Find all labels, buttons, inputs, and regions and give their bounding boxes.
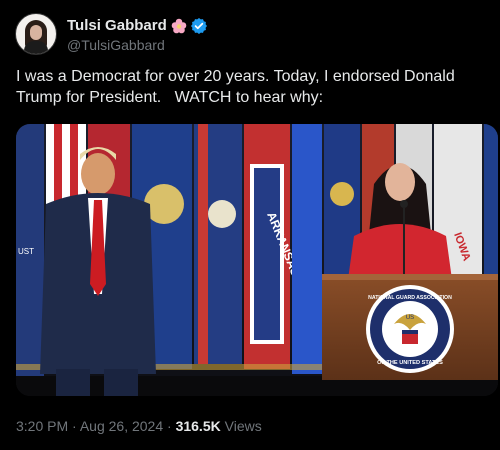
video-player[interactable]: ARKANSAS IOWA UST US NATIONAL GUARD ASSO…	[16, 124, 498, 396]
verified-badge-icon[interactable]	[190, 17, 207, 34]
author-handle[interactable]: @TulsiGabbard	[67, 37, 207, 53]
tweet-text: I was a Democrat for over 20 years. Toda…	[16, 68, 455, 106]
tweet-card: Tulsi Gabbard @TulsiGabbard I was a Demo…	[0, 0, 500, 450]
author-block: Tulsi Gabbard @TulsiGabbard	[67, 16, 207, 53]
tweet-date[interactable]: Aug 26, 2024	[80, 418, 163, 434]
tweet-meta: 3:20 PM · Aug 26, 2024 · 316.5K Views	[16, 418, 262, 434]
flag-text-left: UST	[18, 247, 34, 256]
tweet-time[interactable]: 3:20 PM	[16, 418, 68, 434]
views-count: 316.5K	[175, 418, 221, 434]
podium-seal-center-text: US	[406, 315, 414, 321]
meta-separator: ·	[167, 418, 172, 434]
avatar[interactable]	[15, 13, 57, 55]
video-frame[interactable]: ARKANSAS IOWA UST US NATIONAL GUARD ASSO…	[16, 124, 498, 396]
podium-seal-top-text: NATIONAL GUARD ASSOCIATION	[368, 295, 452, 301]
views-label: Views	[224, 418, 262, 434]
podium: US NATIONAL GUARD ASSOCIATION OF THE UNI…	[322, 274, 498, 380]
flower-emoji-icon	[171, 18, 187, 33]
tweet-header: Tulsi Gabbard @TulsiGabbard	[15, 13, 207, 55]
podium-seal-bottom-text: OF THE UNITED STATES	[377, 360, 443, 366]
meta-separator: ·	[72, 418, 77, 434]
author-display-name[interactable]: Tulsi Gabbard	[67, 17, 167, 34]
